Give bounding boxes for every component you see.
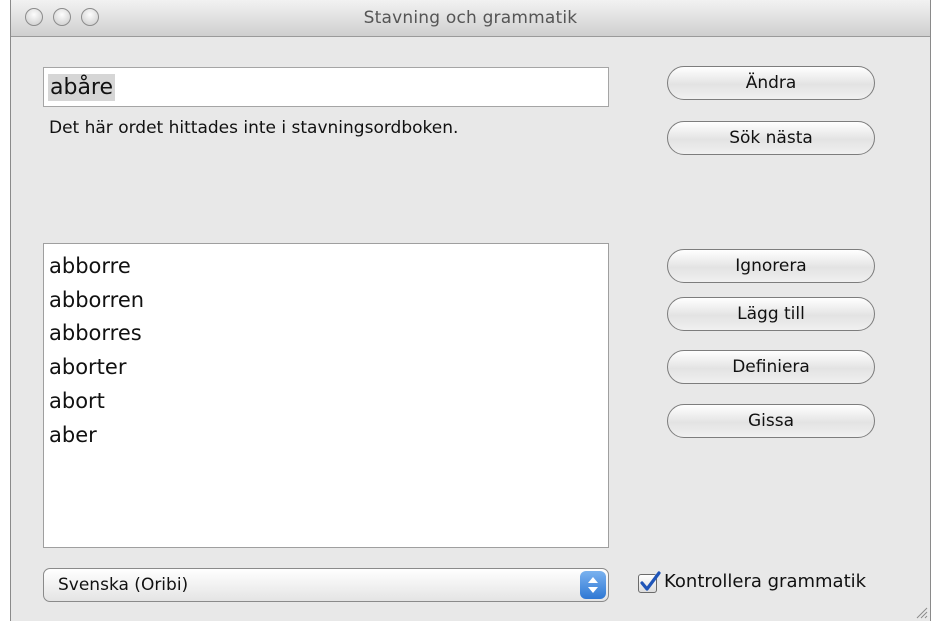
window-title: Stavning och grammatik <box>363 8 578 28</box>
guess-button[interactable]: Gissa <box>667 404 875 438</box>
resize-grip-icon[interactable] <box>914 605 928 619</box>
grammar-checkbox[interactable] <box>638 571 661 593</box>
define-button[interactable]: Definiera <box>667 350 875 384</box>
list-item[interactable]: aber <box>49 418 97 452</box>
misspelled-word-field[interactable]: abåre <box>43 67 609 107</box>
language-select-value: Svenska (Oribi) <box>58 575 189 595</box>
find-next-button[interactable]: Sök nästa <box>667 121 875 155</box>
spelling-grammar-window: Stavning och grammatik abåre Det här ord… <box>10 0 931 621</box>
change-button[interactable]: Ändra <box>667 66 875 100</box>
learn-button[interactable]: Lägg till <box>667 297 875 331</box>
status-message: Det här ordet hittades inte i stavningso… <box>49 118 459 138</box>
list-item[interactable]: abborre <box>49 249 131 283</box>
suggestions-list[interactable]: abborre abborren abborres aborter abort … <box>43 243 609 548</box>
grammar-checkbox-label[interactable]: Kontrollera grammatik <box>664 571 866 592</box>
titlebar[interactable]: Stavning och grammatik <box>11 0 930 37</box>
list-item[interactable]: aborter <box>49 350 126 384</box>
select-arrows-icon <box>580 571 606 599</box>
misspelled-word-value: abåre <box>48 74 116 101</box>
checkmark-icon <box>640 571 661 591</box>
list-item[interactable]: abborren <box>49 283 144 317</box>
language-select[interactable]: Svenska (Oribi) <box>43 568 609 602</box>
ignore-button[interactable]: Ignorera <box>667 249 875 283</box>
list-item[interactable]: abborres <box>49 316 142 350</box>
list-item[interactable]: abort <box>49 384 105 418</box>
